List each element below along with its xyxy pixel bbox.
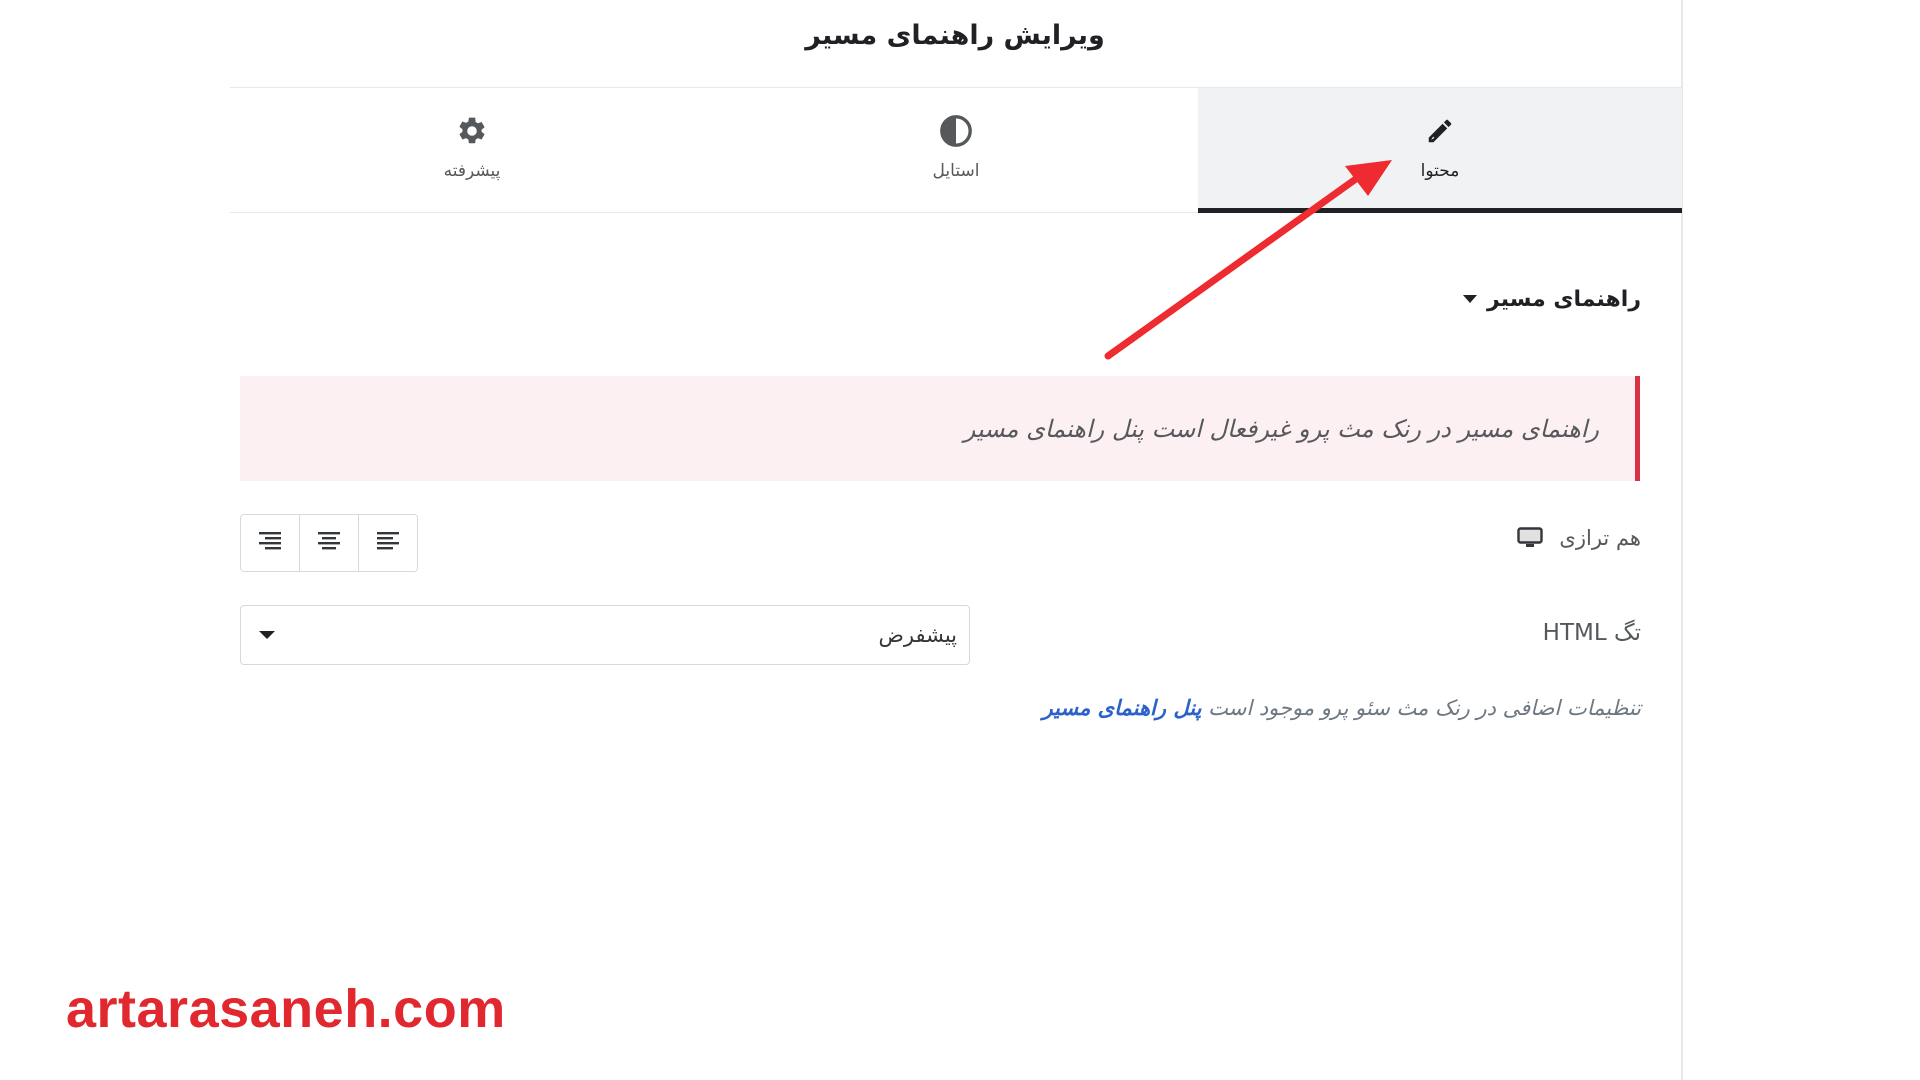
panel-title: ویرایش راهنمای مسیر (805, 20, 1105, 51)
align-center-icon (316, 531, 342, 555)
footer-note-text: تنظیمات اضافی در رنک مث سئو پرو موجود اس… (1208, 696, 1641, 720)
breadcrumb-panel-link[interactable]: پنل راهنمای مسیر (1042, 696, 1201, 720)
tab-content[interactable]: محتوا (1198, 88, 1682, 213)
pro-disabled-notice: راهنمای مسیر در رنک مث پرو غیرفعال است پ… (240, 376, 1640, 481)
align-left-button[interactable] (359, 515, 417, 571)
html-tag-label: تگ HTML (1542, 620, 1641, 646)
section-title: راهنمای مسیر (1487, 286, 1641, 312)
footer-note: تنظیمات اضافی در رنک مث سئو پرو موجود اس… (1042, 696, 1641, 720)
contrast-icon (938, 113, 974, 149)
caret-down-icon (1463, 295, 1478, 303)
align-left-icon (375, 531, 401, 555)
notice-text: راهنمای مسیر در رنک مث پرو غیرفعال است پ… (963, 414, 1599, 443)
tab-bar: محتوا استایل پیشرفته (230, 88, 1682, 213)
align-right-icon (257, 531, 283, 555)
section-toggle[interactable]: راهنمای مسیر (1463, 282, 1641, 316)
alignment-label: هم ترازی (1559, 526, 1641, 550)
alignment-label-row: هم ترازی (1517, 526, 1641, 550)
html-tag-select[interactable]: پیشفرض (240, 605, 970, 665)
editor-panel: ویرایش راهنمای مسیر محتوا استایل پیشرفته… (0, 0, 1920, 1080)
html-tag-selected-value: پیشفرض (878, 623, 957, 647)
chevron-down-icon (259, 631, 275, 639)
tab-advanced-label: پیشرفته (443, 161, 501, 181)
align-right-button[interactable] (241, 515, 300, 571)
html-tag-label-row: تگ HTML (1543, 620, 1641, 646)
pencil-icon (1422, 113, 1458, 149)
desktop-icon[interactable] (1517, 527, 1544, 549)
tab-content-label: محتوا (1420, 161, 1460, 181)
tab-style-label: استایل (932, 161, 980, 181)
tab-style[interactable]: استایل (714, 88, 1198, 212)
align-center-button[interactable] (300, 515, 359, 571)
alignment-button-group (240, 514, 418, 572)
tab-advanced[interactable]: پیشرفته (230, 88, 714, 212)
watermark-logo: artarasaneh.com (66, 979, 506, 1039)
gear-icon (454, 113, 490, 149)
